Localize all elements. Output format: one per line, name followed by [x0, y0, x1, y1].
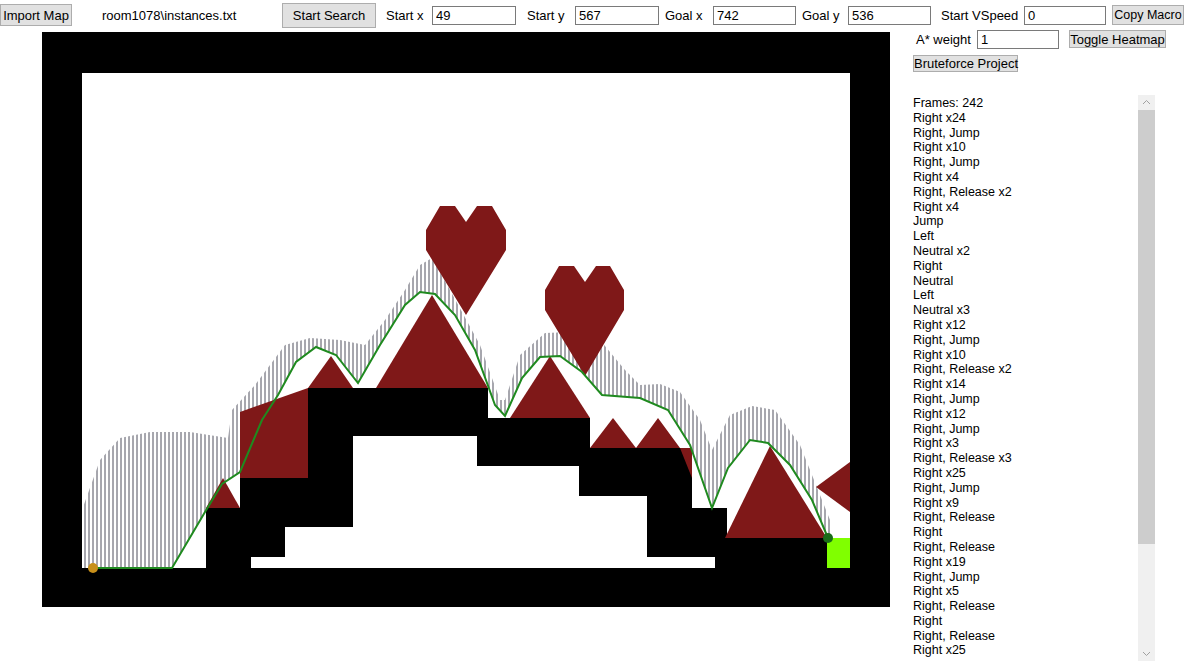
scroll-down-icon[interactable] [1138, 646, 1155, 661]
spike-hazard [545, 266, 624, 376]
output-line: Right x4 [913, 170, 1138, 185]
map-border [42, 32, 890, 607]
output-line: Left [913, 288, 1138, 303]
output-line: Right x12 [913, 407, 1138, 422]
output-line: Right x10 [913, 140, 1138, 155]
start-search-button[interactable]: Start Search [282, 3, 376, 28]
side-panel: A* weight Toggle Heatmap Bruteforce Proj… [890, 30, 1184, 661]
spike-hazard [725, 446, 827, 538]
output-line: Right, Release x2 [913, 185, 1138, 200]
output-line: Right [913, 259, 1138, 274]
toggle-heatmap-button[interactable]: Toggle Heatmap [1069, 30, 1166, 48]
solid-block [715, 538, 827, 568]
weight-label: A* weight [916, 32, 977, 47]
output-line: Right, Release [913, 510, 1138, 525]
output-line: Jump [913, 214, 1138, 229]
solid-block [308, 388, 488, 436]
output-line: Right x14 [913, 377, 1138, 392]
spike-hazard [636, 418, 692, 478]
output-line: Right, Jump [913, 422, 1138, 437]
field-label: Goal x [665, 8, 713, 23]
output-line: Right x10 [913, 348, 1138, 363]
solid-block [579, 448, 692, 496]
map-view[interactable] [42, 32, 890, 607]
solid-block [647, 496, 692, 557]
spike-hazard [816, 462, 850, 512]
output-line: Right x12 [913, 318, 1138, 333]
weight-input[interactable] [977, 30, 1059, 49]
field-label: Start y [527, 8, 575, 23]
found-path [93, 292, 828, 568]
output-line: Right x3 [913, 436, 1138, 451]
scroll-up-icon[interactable] [1138, 95, 1155, 110]
scrollbar[interactable] [1138, 95, 1155, 661]
field-input[interactable] [432, 6, 516, 25]
output-line: Right, Release [913, 599, 1138, 614]
solid-block [477, 418, 590, 466]
output-line: Right, Release [913, 540, 1138, 555]
output-line: Right, Release x3 [913, 451, 1138, 466]
output-line: Right, Jump [913, 570, 1138, 585]
search-heatmap [82, 258, 832, 568]
spike-hazard [590, 418, 636, 448]
spike-hazard [308, 356, 353, 388]
field-input[interactable] [575, 6, 659, 25]
output-line: Right x25 [913, 466, 1138, 481]
output-line: Neutral [913, 274, 1138, 289]
output-line: Right [913, 525, 1138, 540]
output-line: Neutral x2 [913, 244, 1138, 259]
solid-block [240, 478, 353, 527]
field-label: Start x [386, 8, 432, 23]
start-marker [88, 563, 98, 573]
field-label: Start VSpeed [941, 8, 1024, 23]
map-canvas[interactable] [42, 32, 890, 607]
output-line: Right x4 [913, 200, 1138, 215]
output-line: Right, Jump [913, 126, 1138, 141]
output-line: Right, Jump [913, 392, 1138, 407]
output-line: Right x19 [913, 555, 1138, 570]
output-line: Right x5 [913, 584, 1138, 599]
field-input[interactable] [713, 6, 796, 25]
toolbar: Import Map room1078\instances.txt Start … [0, 0, 1184, 30]
output-line: Right x9 [913, 496, 1138, 511]
goal-marker [823, 533, 833, 543]
spike-hazard [426, 206, 506, 315]
import-map-button[interactable]: Import Map [0, 4, 72, 26]
field-label: Goal y [802, 8, 848, 23]
output-line: Right x25 [913, 643, 1138, 658]
room-area [82, 73, 850, 568]
copy-macro-button[interactable]: Copy Macro [1112, 5, 1184, 25]
file-label: room1078\instances.txt [102, 8, 282, 23]
bruteforce-button[interactable]: Bruteforce Project [913, 55, 1018, 72]
output-line: Neutral x3 [913, 303, 1138, 318]
output-line: Right, Release [913, 629, 1138, 644]
output-line: Right [913, 614, 1138, 629]
app-window: Import Map room1078\instances.txt Start … [0, 0, 1184, 661]
solid-block [240, 527, 285, 557]
output-line: Right x24 [913, 111, 1138, 126]
output-list[interactable]: Frames: 242Right x24Right, JumpRight x10… [913, 95, 1155, 661]
field-input[interactable] [1024, 6, 1106, 25]
output-line: Left [913, 229, 1138, 244]
scroll-thumb[interactable] [1138, 110, 1155, 544]
output-line: Right, Jump [913, 155, 1138, 170]
spike-hazard [510, 356, 590, 418]
solid-block [308, 436, 353, 478]
field-input[interactable] [848, 6, 931, 25]
output-line: Frames: 242 [913, 96, 1138, 111]
output-line: Right, Jump [913, 333, 1138, 348]
output-line: Right, Jump [913, 481, 1138, 496]
output-line: Right, Release x2 [913, 362, 1138, 377]
goal-warp [827, 538, 850, 568]
